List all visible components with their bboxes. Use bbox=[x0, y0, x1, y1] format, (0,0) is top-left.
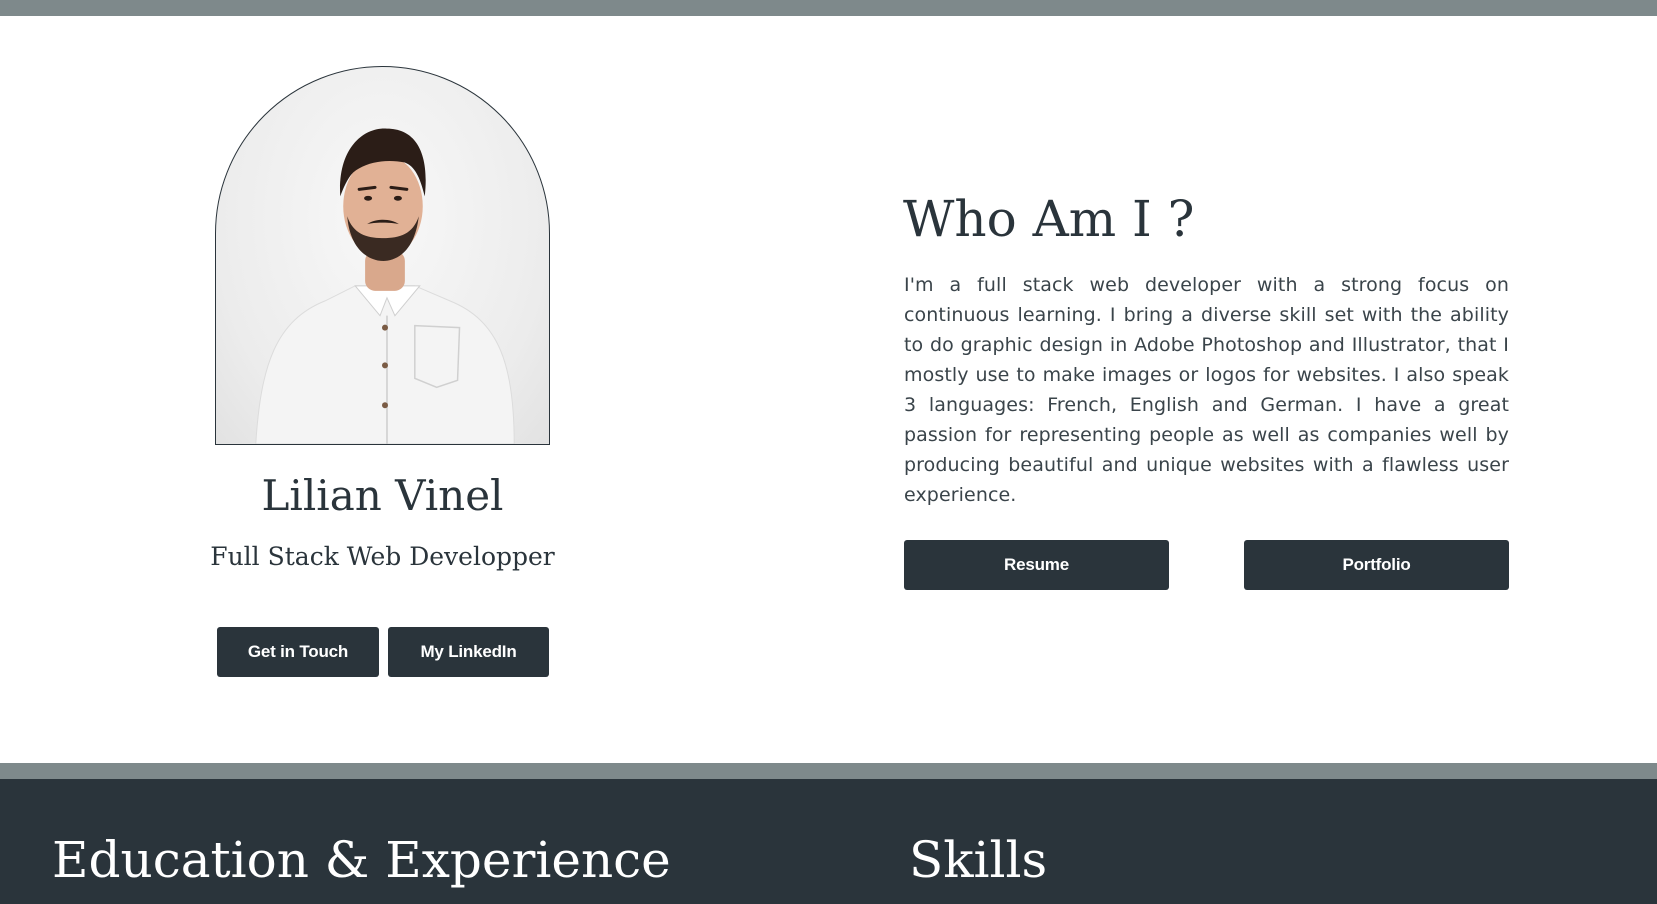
top-accent-bar bbox=[0, 0, 1657, 16]
linkedin-button[interactable]: My LinkedIn bbox=[388, 627, 549, 677]
section-divider-bar bbox=[0, 763, 1657, 779]
experience-skills-section: Education & Experience Skills bbox=[0, 779, 1657, 904]
resume-button[interactable]: Resume bbox=[904, 540, 1169, 590]
portfolio-button[interactable]: Portfolio bbox=[1244, 540, 1509, 590]
profile-name: Lilian Vinel bbox=[261, 471, 504, 520]
about-bio: I'm a full stack web developer with a st… bbox=[904, 274, 1509, 506]
about-title: Who Am I ? bbox=[903, 190, 1195, 248]
person-photo-illustration bbox=[255, 128, 515, 444]
skills-title: Skills bbox=[909, 831, 1048, 889]
education-experience-title: Education & Experience bbox=[52, 831, 671, 889]
profile-photo bbox=[215, 66, 550, 445]
profile-role: Full Stack Web Developper bbox=[210, 542, 555, 571]
get-in-touch-button[interactable]: Get in Touch bbox=[217, 627, 379, 677]
